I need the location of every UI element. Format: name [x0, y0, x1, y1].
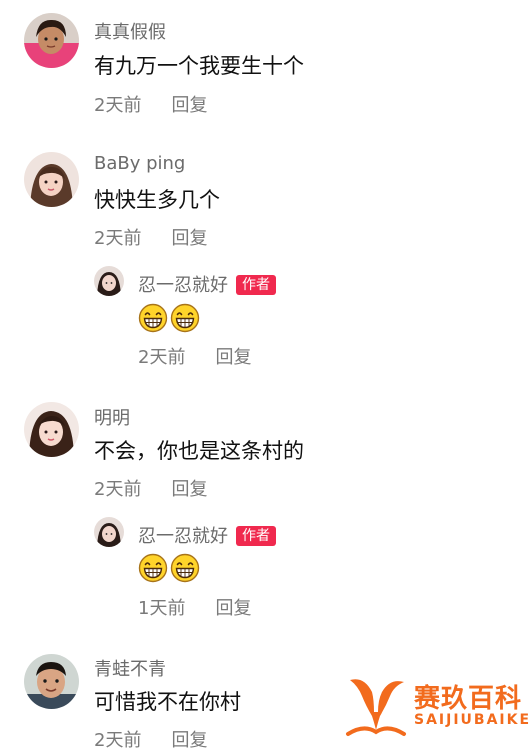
- reply-time: 2天前: [138, 347, 186, 368]
- watermark-text-en: SAIJIUBAIKE: [414, 712, 532, 728]
- reply-button[interactable]: 回复: [171, 730, 207, 751]
- comment-meta: 2天前 回复: [94, 475, 207, 501]
- reply-meta: 2天前 回复: [138, 343, 251, 369]
- comment-time: 2天前: [94, 479, 142, 500]
- reply-emoji-content: [138, 553, 200, 583]
- reply-username-row: 忍一忍就好 作者: [138, 522, 276, 548]
- reply-emoji-content: [138, 303, 200, 333]
- comment-text: 可惜我不在你村: [94, 690, 241, 714]
- author-badge: 作者: [236, 526, 276, 546]
- author-badge: 作者: [236, 275, 276, 295]
- comment-username[interactable]: BaBy ping: [94, 153, 185, 174]
- reply-username[interactable]: 忍一忍就好: [138, 275, 228, 296]
- grinning-face-icon: [138, 303, 168, 333]
- grinning-face-icon: [170, 303, 200, 333]
- comment-text: 不会，你也是这条村的: [94, 439, 304, 463]
- child-girl-avatar-icon[interactable]: [24, 13, 79, 68]
- watermark-text-cn: 赛玖百科: [414, 684, 523, 714]
- boy-avatar-icon[interactable]: [24, 654, 79, 709]
- grinning-face-icon: [170, 553, 200, 583]
- girl-avatar-icon[interactable]: [24, 152, 79, 207]
- reply-username-row: 忍一忍就好 作者: [138, 271, 276, 297]
- watermark: 赛玖百科 SAIJIUBAIKE: [344, 672, 532, 740]
- girl-avatar-icon[interactable]: [24, 402, 79, 457]
- comment-username[interactable]: 真真假假: [94, 18, 166, 44]
- comment-username[interactable]: 明明: [94, 404, 130, 430]
- reply-button[interactable]: 回复: [215, 347, 251, 368]
- reply-username[interactable]: 忍一忍就好: [138, 526, 228, 547]
- author-avatar-icon[interactable]: [94, 517, 124, 547]
- comment-username[interactable]: 青蛙不青: [94, 655, 166, 681]
- author-avatar-icon[interactable]: [94, 266, 124, 296]
- reply-meta: 1天前 回复: [138, 594, 251, 620]
- comment-time: 2天前: [94, 95, 142, 116]
- reply-button[interactable]: 回复: [215, 598, 251, 619]
- whale-tail-logo-icon: [346, 679, 406, 736]
- comment-meta: 2天前 回复: [94, 224, 207, 250]
- comment-time: 2天前: [94, 228, 142, 249]
- comment-meta: 2天前 回复: [94, 91, 207, 117]
- comment-meta: 2天前 回复: [94, 726, 207, 752]
- comment-text: 有九万一个我要生十个: [94, 54, 304, 78]
- reply-button[interactable]: 回复: [171, 479, 207, 500]
- reply-button[interactable]: 回复: [171, 228, 207, 249]
- comment-time: 2天前: [94, 730, 142, 751]
- reply-button[interactable]: 回复: [171, 95, 207, 116]
- reply-time: 1天前: [138, 598, 186, 619]
- grinning-face-icon: [138, 553, 168, 583]
- comment-text: 快快生多几个: [94, 188, 220, 212]
